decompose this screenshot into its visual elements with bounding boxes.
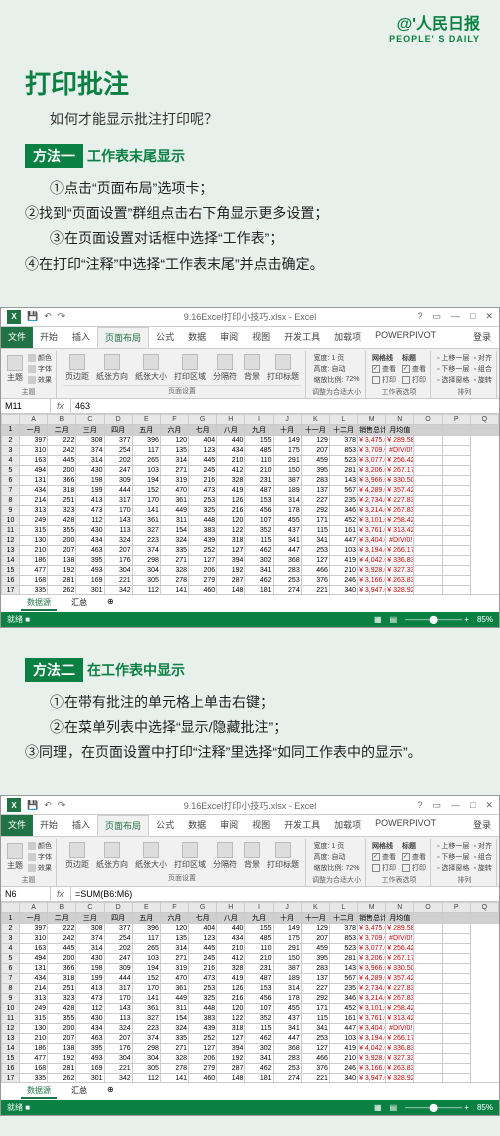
save-icon[interactable]: 💾 xyxy=(27,311,38,322)
sheet-tabs: 数据源 汇总 ⊕ xyxy=(1,594,499,612)
minimize-icon[interactable]: — xyxy=(451,311,460,322)
tab-插入[interactable]: 插入 xyxy=(65,327,97,348)
m1-step4: ④在打印“注释”中选择“工作表末尾”并点击确定。 xyxy=(25,252,475,277)
tab-开始[interactable]: 开始 xyxy=(33,327,65,348)
m1-step1: ①点击“页面布局”选项卡； xyxy=(50,176,475,201)
tab-审阅[interactable]: 审阅 xyxy=(213,327,245,348)
excel-icon: X xyxy=(7,798,21,812)
pagesetup-纸张大小[interactable]: 纸张大小 xyxy=(133,841,169,871)
titlebar: X 💾 ↶ ↷ 9.16Excel打印小技巧.xlsx - Excel ? ▭ … xyxy=(1,308,499,327)
pagesetup-页边距[interactable]: 页边距 xyxy=(63,353,91,383)
ribbon-tabs: 文件 开始插入页面布局公式数据审阅视图开发工具加载项POWERPIVOT 登录 xyxy=(1,327,499,349)
excel-screenshot-1: X 💾 ↶ ↷ 9.16Excel打印小技巧.xlsx - Excel ? ▭ … xyxy=(0,307,500,628)
m2-step3: ③同理，在页面设置中打印“注释”里选择“如同工作表中的显示”。 xyxy=(25,740,475,765)
help-icon[interactable]: ? xyxy=(417,311,422,322)
ribbon-group-arrange: ▫ 上移一层▫ 下移一层▫ 选择窗格 ▫ 对齐▫ 组合▫ 旋转 排列 xyxy=(433,351,497,398)
new-sheet-icon[interactable]: ⊕ xyxy=(101,596,120,611)
spreadsheet-grid[interactable]: ABCDEFGHIJKLMNOPQ1一月二月三月四月五月六月七月八月九月十月十一… xyxy=(1,902,499,1082)
tab-数据[interactable]: 数据 xyxy=(181,327,213,348)
pagesetup-分隔符[interactable]: 分隔符 xyxy=(211,841,239,871)
tab-公式[interactable]: 公式 xyxy=(149,815,181,836)
pagesetup-打印区域[interactable]: 打印区域 xyxy=(172,841,208,871)
pagesetup-纸张方向[interactable]: 纸张方向 xyxy=(94,841,130,871)
ribbon: 主题 颜色 字体 效果 主题 页边距纸张方向纸张大小打印区域分隔符背景打印标题 … xyxy=(1,349,499,399)
pagesetup-背景[interactable]: 背景 xyxy=(242,841,262,871)
tab-POWERPIVOT[interactable]: POWERPIVOT xyxy=(368,327,443,348)
formula-bar: M11 fx 463 xyxy=(1,399,499,414)
close-icon[interactable]: ✕ xyxy=(485,311,493,322)
tab-公式[interactable]: 公式 xyxy=(149,327,181,348)
ribbon-group-sheet-options: 网格线 查看 打印 标题 查看 打印 工作表选项 xyxy=(368,351,431,398)
tab-页面布局[interactable]: 页面布局 xyxy=(97,327,149,348)
redo-icon[interactable]: ↷ xyxy=(58,311,66,322)
spreadsheet-grid[interactable]: ABCDEFGHIJKLMNOPQ1一月二月三月四月五月六月七月八月九月十月十一… xyxy=(1,414,499,594)
maximize-icon[interactable]: □ xyxy=(470,311,475,322)
pagesetup-背景[interactable]: 背景 xyxy=(242,353,262,383)
method2-header: 方法二在工作表中显示 xyxy=(25,658,475,682)
fx-icon[interactable]: fx xyxy=(51,399,71,413)
m2-step1: ①在带有批注的单元格上单击右键； xyxy=(50,690,475,715)
tab-开发工具[interactable]: 开发工具 xyxy=(277,327,327,348)
m1-step2: ②找到“页面设置”群组点击右下角显示更多设置； xyxy=(25,201,475,226)
ribbon-group-theme: 主题 颜色 字体 效果 主题 xyxy=(1,351,57,398)
save-icon[interactable]: 💾 xyxy=(27,800,38,811)
formula-input[interactable]: 463 xyxy=(71,399,499,413)
excel-screenshot-2: X 💾↶↷ 9.16Excel打印小技巧.xlsx - Excel ?▭—□✕ … xyxy=(0,795,500,1116)
tab-审阅[interactable]: 审阅 xyxy=(213,815,245,836)
redo-icon[interactable]: ↷ xyxy=(58,800,66,811)
tab-加载项[interactable]: 加载项 xyxy=(327,327,368,348)
themes-button[interactable]: 主题 xyxy=(5,354,25,384)
window-title: 9.16Excel打印小技巧.xlsx - Excel xyxy=(184,310,317,323)
name-box[interactable]: M11 xyxy=(1,399,51,413)
m1-step3: ③在页面设置对话框中选择“工作表”； xyxy=(50,226,475,251)
tab-POWERPIVOT[interactable]: POWERPIVOT xyxy=(368,815,443,836)
ribbon-group-page-setup: 页边距纸张方向纸张大小打印区域分隔符背景打印标题 页面设置 xyxy=(59,351,306,398)
tab-加载项[interactable]: 加载项 xyxy=(327,815,368,836)
m2-step2: ②在菜单列表中选择“显示/隐藏批注”； xyxy=(50,715,475,740)
tab-数据[interactable]: 数据 xyxy=(181,815,213,836)
pagesetup-分隔符[interactable]: 分隔符 xyxy=(211,353,239,383)
tab-视图[interactable]: 视图 xyxy=(245,327,277,348)
status-bar: 就绪 ■ ▦▤———⬤——— +85% xyxy=(1,612,499,627)
ribbon-group-scale: 宽度:1 页 高度:自动 缩放比例:72% 调整为合适大小 xyxy=(308,351,366,398)
pagesetup-页边距[interactable]: 页边距 xyxy=(63,841,91,871)
tab-开发工具[interactable]: 开发工具 xyxy=(277,815,327,836)
pagesetup-纸张大小[interactable]: 纸张大小 xyxy=(133,353,169,383)
undo-icon[interactable]: ↶ xyxy=(44,311,52,322)
tab-file[interactable]: 文件 xyxy=(1,327,33,348)
excel-icon: X xyxy=(7,310,21,324)
pagesetup-纸张方向[interactable]: 纸张方向 xyxy=(94,353,130,383)
pagesetup-打印标题[interactable]: 打印标题 xyxy=(265,841,301,871)
sheet-tab-summary[interactable]: 汇总 xyxy=(65,596,93,611)
pagesetup-打印区域[interactable]: 打印区域 xyxy=(172,353,208,383)
zoom-slider[interactable]: ———⬤——— + xyxy=(405,615,469,624)
undo-icon[interactable]: ↶ xyxy=(44,800,52,811)
login-link[interactable]: 登录 xyxy=(465,327,499,348)
view-normal-icon[interactable]: ▦ xyxy=(374,615,382,624)
method1-header: 方法一工作表末尾显示 xyxy=(25,144,475,168)
page-title: 打印批注 xyxy=(25,64,475,101)
sheet-tab-data[interactable]: 数据源 xyxy=(21,596,57,611)
logo: @'人民日报 PEOPLE' S DAILY xyxy=(0,0,500,54)
ribbon-toggle-icon[interactable]: ▭ xyxy=(433,311,442,322)
view-page-icon[interactable]: ▤ xyxy=(390,615,398,624)
tab-开始[interactable]: 开始 xyxy=(33,815,65,836)
subtitle: 如何才能显示批注打印呢？ xyxy=(50,109,475,129)
pagesetup-打印标题[interactable]: 打印标题 xyxy=(265,353,301,383)
tab-视图[interactable]: 视图 xyxy=(245,815,277,836)
tab-插入[interactable]: 插入 xyxy=(65,815,97,836)
tab-页面布局[interactable]: 页面布局 xyxy=(97,815,149,836)
